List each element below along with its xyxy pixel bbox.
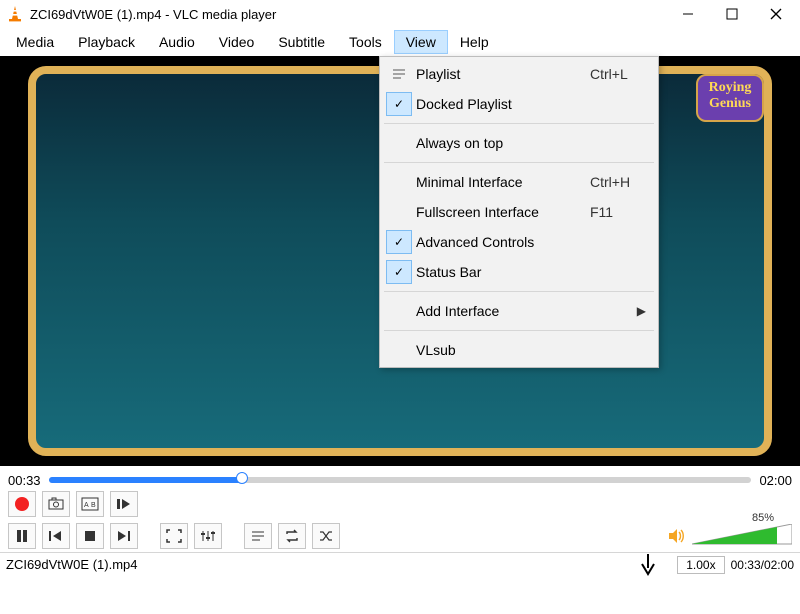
previous-button[interactable]	[42, 523, 70, 549]
next-icon	[116, 529, 132, 543]
status-time[interactable]: 00:33/02:00	[731, 558, 794, 572]
playlist-button[interactable]	[244, 523, 272, 549]
playback-speed[interactable]: 1.00x	[677, 556, 724, 574]
menu-docked-playlist-label: Docked Playlist	[416, 96, 590, 112]
video-watermark: Roying Genius	[696, 74, 764, 122]
seek-thumb[interactable]	[236, 472, 248, 484]
loop-button[interactable]	[278, 523, 306, 549]
menu-playlist[interactable]: Playlist Ctrl+L	[382, 59, 656, 89]
menu-advanced-controls[interactable]: ✓ Advanced Controls	[382, 227, 656, 257]
stop-button[interactable]	[76, 523, 104, 549]
status-bar: ZCI69dVtW0E (1).mp4 1.00x 00:33/02:00	[0, 552, 800, 576]
seek-bar[interactable]	[49, 475, 752, 485]
menu-view[interactable]: View	[394, 30, 448, 54]
shuffle-icon	[318, 529, 334, 543]
menu-docked-playlist[interactable]: ✓ Docked Playlist	[382, 89, 656, 119]
menu-minimal-interface-accel: Ctrl+H	[590, 174, 646, 190]
menu-vlsub-label: VLsub	[416, 342, 590, 358]
menu-separator	[384, 330, 654, 331]
menu-help[interactable]: Help	[448, 30, 501, 54]
check-icon: ✓	[386, 260, 412, 284]
status-filename: ZCI69dVtW0E (1).mp4	[6, 557, 671, 572]
menubar: MediaPlaybackAudioVideoSubtitleToolsView…	[0, 28, 800, 56]
stop-icon	[83, 529, 97, 543]
window-buttons	[666, 2, 798, 26]
frame-step-icon	[116, 497, 132, 511]
pause-icon	[15, 529, 29, 543]
window-title: ZCI69dVtW0E (1).mp4 - VLC media player	[30, 7, 666, 22]
menu-playlist-accel: Ctrl+L	[590, 66, 646, 82]
playlist-icon	[250, 529, 266, 543]
record-button[interactable]	[8, 491, 36, 517]
menu-always-on-top-label: Always on top	[416, 135, 590, 151]
playlist-icon	[386, 62, 412, 86]
total-time[interactable]: 02:00	[759, 473, 792, 488]
advanced-controls-row: AB	[0, 488, 800, 520]
menu-separator	[384, 162, 654, 163]
loop-ab-icon: AB	[81, 497, 99, 511]
menu-fullscreen-interface-label: Fullscreen Interface	[416, 204, 590, 220]
volume-slider[interactable]	[692, 524, 792, 548]
menu-fullscreen-interface[interactable]: Fullscreen Interface F11	[382, 197, 656, 227]
menu-status-bar[interactable]: ✓ Status Bar	[382, 257, 656, 287]
menu-status-bar-label: Status Bar	[416, 264, 590, 280]
watermark-line2: Genius	[709, 96, 751, 111]
svg-text:B: B	[91, 502, 96, 509]
sliders-icon	[200, 529, 216, 543]
loop-icon	[284, 529, 300, 543]
annotation-arrow-icon	[638, 552, 658, 580]
vlc-cone-icon	[6, 5, 24, 23]
menu-vlsub[interactable]: VLsub	[382, 335, 656, 365]
menu-fullscreen-interface-accel: F11	[590, 204, 646, 220]
menu-audio[interactable]: Audio	[147, 30, 207, 54]
titlebar: ZCI69dVtW0E (1).mp4 - VLC media player	[0, 0, 800, 28]
svg-text:A: A	[84, 502, 89, 509]
seek-row: 00:33 02:00	[0, 466, 800, 488]
main-controls-row: 85%	[0, 520, 800, 552]
menu-video[interactable]: Video	[207, 30, 267, 54]
menu-separator	[384, 123, 654, 124]
volume-percentage: 85%	[752, 512, 774, 524]
minimize-button[interactable]	[666, 2, 710, 26]
pause-button[interactable]	[8, 523, 36, 549]
fullscreen-button[interactable]	[160, 523, 188, 549]
menu-separator	[384, 291, 654, 292]
next-button[interactable]	[110, 523, 138, 549]
submenu-arrow-icon: ▶	[637, 304, 646, 318]
menu-media[interactable]: Media	[4, 30, 66, 54]
menu-minimal-interface-label: Minimal Interface	[416, 174, 590, 190]
fullscreen-icon	[166, 529, 182, 543]
seek-fill	[49, 477, 242, 483]
menu-playback[interactable]: Playback	[66, 30, 147, 54]
camera-icon	[48, 497, 64, 511]
snapshot-button[interactable]	[42, 491, 70, 517]
view-menu-dropdown: Playlist Ctrl+L ✓ Docked Playlist Always…	[379, 56, 659, 368]
elapsed-time[interactable]: 00:33	[8, 473, 41, 488]
menu-tools[interactable]: Tools	[337, 30, 394, 54]
loop-ab-button[interactable]: AB	[76, 491, 104, 517]
menu-always-on-top[interactable]: Always on top	[382, 128, 656, 158]
extended-settings-button[interactable]	[194, 523, 222, 549]
menu-add-interface-label: Add Interface	[416, 303, 637, 319]
record-icon	[15, 497, 29, 511]
menu-minimal-interface[interactable]: Minimal Interface Ctrl+H	[382, 167, 656, 197]
menu-advanced-controls-label: Advanced Controls	[416, 234, 590, 250]
menu-add-interface[interactable]: Add Interface ▶	[382, 296, 656, 326]
maximize-button[interactable]	[710, 2, 754, 26]
close-button[interactable]	[754, 2, 798, 26]
menu-subtitle[interactable]: Subtitle	[266, 30, 337, 54]
speaker-icon[interactable]	[668, 528, 686, 544]
menu-playlist-label: Playlist	[416, 66, 590, 82]
watermark-line1: Roying	[709, 80, 752, 95]
check-icon: ✓	[386, 92, 412, 116]
previous-icon	[48, 529, 64, 543]
frame-step-button[interactable]	[110, 491, 138, 517]
shuffle-button[interactable]	[312, 523, 340, 549]
volume-control: 85%	[668, 524, 792, 548]
check-icon: ✓	[386, 230, 412, 254]
